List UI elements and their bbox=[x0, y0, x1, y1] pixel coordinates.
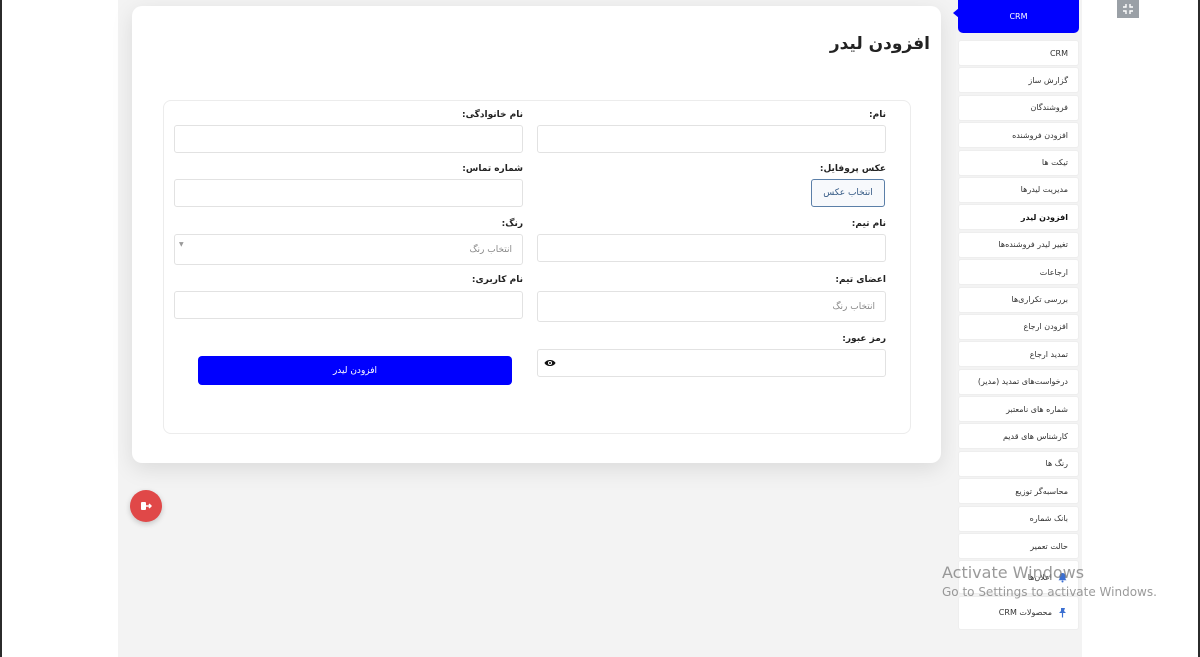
team-members-label: اعضای تیم: bbox=[835, 275, 886, 285]
sidebar-item-colors[interactable]: رنگ ها bbox=[958, 450, 1079, 477]
team-members-select[interactable]: انتخاب رنگ bbox=[537, 291, 886, 322]
sidebar-item-add-referral[interactable]: افزودن ارجاع bbox=[958, 313, 1079, 340]
app-window: افزودن لیدر نام: نام خانوادگی: عکس پروفا… bbox=[0, 0, 1200, 657]
watermark-line2: Go to Settings to activate Windows. bbox=[942, 585, 1157, 599]
first-name-label: نام: bbox=[869, 110, 886, 120]
sidebar-item-label: درخواست‌های تمدید (مدیر) bbox=[977, 377, 1068, 387]
sidebar-item-change-seller-leader[interactable]: تغییر لیدر فروشنده‌ها bbox=[958, 231, 1079, 258]
sidebar-item-extension-requests[interactable]: درخواست‌های تمدید (مدیر) bbox=[958, 368, 1079, 395]
color-label: رنگ: bbox=[501, 219, 523, 229]
sidebar-item-label: CRM bbox=[1049, 48, 1068, 58]
eye-icon[interactable] bbox=[544, 358, 556, 368]
sidebar-item-label: افزودن لیدر bbox=[1020, 212, 1068, 222]
sidebar-item-label: رنگ ها bbox=[1045, 459, 1068, 469]
sidebar-item-label: محصولات CRM bbox=[998, 608, 1052, 618]
phone-label: شماره تماس: bbox=[462, 164, 523, 174]
sidebar-item-maintenance-mode[interactable]: حالت تعمیر bbox=[958, 533, 1079, 560]
sidebar-item-extend-referral[interactable]: تمدید ارجاع bbox=[958, 341, 1079, 368]
sidebar-item-label: تیکت ها bbox=[1041, 158, 1068, 168]
add-leader-card: افزودن لیدر نام: نام خانوادگی: عکس پروفا… bbox=[132, 6, 941, 463]
sidebar-item-label: تمدید ارجاع bbox=[1029, 349, 1068, 359]
sidebar-item-add-leader[interactable]: افزودن لیدر bbox=[958, 204, 1079, 231]
team-name-input[interactable] bbox=[537, 234, 886, 262]
last-name-label: نام خانوادگی: bbox=[461, 110, 523, 120]
profile-photo-label: عکس پروفایل: bbox=[819, 164, 886, 174]
chevron-down-icon: ▼ bbox=[179, 241, 184, 248]
page-title: افزودن لیدر bbox=[829, 34, 930, 54]
password-input[interactable] bbox=[537, 349, 886, 377]
sidebar-item-label: بررسی تکراری‌ها bbox=[1011, 295, 1068, 305]
pin-icon bbox=[1057, 607, 1068, 618]
last-name-input[interactable] bbox=[174, 125, 523, 153]
sidebar-item-label: بانک شماره bbox=[1029, 514, 1068, 524]
windows-activation-watermark: Activate Windows Go to Settings to activ… bbox=[942, 563, 1157, 599]
sidebar-item-label: تغییر لیدر فروشنده‌ها bbox=[998, 240, 1068, 250]
team-members-placeholder: انتخاب رنگ bbox=[832, 301, 875, 312]
sidebar-item-label: مدیریت لیدرها bbox=[1020, 185, 1068, 195]
sidebar-item-referrals[interactable]: ارجاعات bbox=[958, 259, 1079, 286]
sidebar-item-label: افزودن ارجاع bbox=[1023, 322, 1068, 332]
choose-photo-button[interactable]: انتخاب عکس bbox=[811, 179, 885, 207]
team-name-label: نام تیم: bbox=[851, 219, 886, 229]
sidebar-item-label: ارجاعات bbox=[1039, 267, 1068, 277]
sidebar-item-number-bank[interactable]: بانک شماره bbox=[958, 505, 1079, 532]
sidebar-item-tickets[interactable]: تیکت ها bbox=[958, 149, 1079, 176]
sidebar-item-check-duplicates[interactable]: بررسی تکراری‌ها bbox=[958, 286, 1079, 313]
color-select[interactable]: انتخاب رنگ ▼ bbox=[174, 234, 523, 265]
fullscreen-toggle-icon[interactable] bbox=[1117, 0, 1139, 18]
sidebar-item-manage-leaders[interactable]: مدیریت لیدرها bbox=[958, 176, 1079, 203]
color-select-placeholder: انتخاب رنگ bbox=[469, 244, 512, 255]
logout-icon bbox=[141, 502, 152, 510]
username-input[interactable] bbox=[174, 291, 523, 319]
add-leader-submit-button[interactable]: افزودن لیدر bbox=[198, 356, 512, 385]
sidebar-item-label: افزودن فروشنده bbox=[1012, 130, 1068, 140]
sidebar-item-label: محاسبه‌گر توزیع bbox=[1015, 486, 1068, 496]
phone-input[interactable] bbox=[174, 179, 523, 207]
left-gutter bbox=[0, 0, 118, 657]
first-name-input[interactable] bbox=[537, 125, 886, 153]
right-gutter bbox=[1082, 0, 1200, 657]
password-label: رمز عبور: bbox=[842, 334, 886, 344]
sidebar-item-label: فروشندگان bbox=[1030, 103, 1068, 113]
sidebar-header-crm[interactable]: CRM bbox=[953, 0, 1079, 33]
sidebar-item-label: شماره های نامعتبر bbox=[1006, 404, 1068, 414]
sidebar-item-report-builder[interactable]: گزارش ساز bbox=[958, 67, 1079, 94]
sidebar-item-sellers[interactable]: فروشندگان bbox=[958, 94, 1079, 121]
sidebar-item-distribution-calculator[interactable]: محاسبه‌گر توزیع bbox=[958, 478, 1079, 505]
sidebar-item-add-seller[interactable]: افزودن فروشنده bbox=[958, 122, 1079, 149]
sidebar: CRM CRM گزارش ساز فروشندگان افزودن فروشن… bbox=[953, 0, 1082, 657]
logout-button[interactable] bbox=[130, 490, 162, 522]
sidebar-item-crm-products[interactable]: محصولات CRM bbox=[958, 595, 1079, 630]
sidebar-item-label: گزارش ساز bbox=[1028, 75, 1068, 85]
watermark-line1: Activate Windows bbox=[942, 563, 1085, 582]
sidebar-item-crm[interactable]: CRM bbox=[958, 40, 1079, 66]
username-label: نام کاربری: bbox=[471, 275, 523, 285]
sidebar-item-label: حالت تعمیر bbox=[1030, 541, 1068, 551]
sidebar-item-invalid-numbers[interactable]: شماره های نامعتبر bbox=[958, 396, 1079, 423]
sidebar-menu: CRM گزارش ساز فروشندگان افزودن فروشنده ت… bbox=[958, 40, 1079, 631]
sidebar-item-old-experts[interactable]: کارشناس های قدیم bbox=[958, 423, 1079, 450]
sidebar-item-label: کارشناس های قدیم bbox=[1002, 431, 1068, 441]
